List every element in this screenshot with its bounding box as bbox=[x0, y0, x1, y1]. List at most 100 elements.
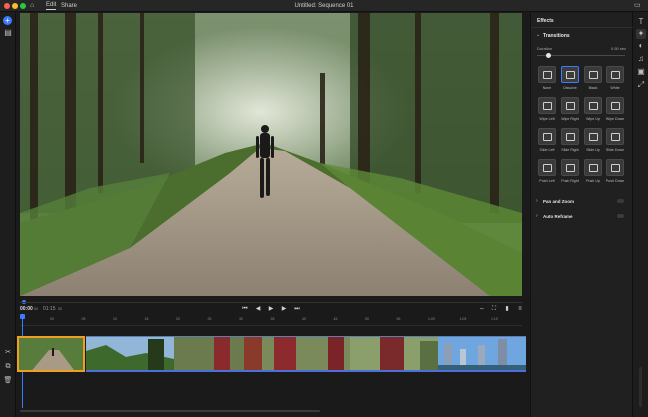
transition-icon bbox=[611, 102, 620, 110]
timeline-scrollbar[interactable] bbox=[20, 410, 320, 412]
transition-icon bbox=[543, 102, 552, 110]
play-icon[interactable]: ▶ bbox=[267, 305, 275, 313]
transition-icon bbox=[589, 164, 598, 172]
color-icon[interactable]: ◐ bbox=[636, 41, 646, 51]
add-media-button[interactable]: + bbox=[3, 16, 12, 25]
transition-tile-wipe-up[interactable] bbox=[584, 97, 602, 114]
clip-6-thumbnail bbox=[438, 337, 526, 370]
audio-meter-icon[interactable]: ▮ bbox=[503, 305, 511, 313]
ruler-line bbox=[20, 325, 522, 326]
ruler-tick-label: 15 bbox=[144, 317, 149, 321]
go-to-start-icon[interactable]: ⏮ bbox=[241, 305, 249, 313]
ruler-tick-label: 45 bbox=[333, 317, 338, 321]
transitions-section-header[interactable]: Transitions bbox=[543, 33, 570, 39]
ruler-tick-label: 20 bbox=[176, 317, 180, 321]
duration-value: 0.50 sec bbox=[611, 46, 627, 51]
ruler-tick-label: 25 bbox=[207, 317, 212, 321]
transition-tile-push-down[interactable] bbox=[606, 159, 624, 176]
step-back-icon[interactable]: ◀ bbox=[254, 305, 262, 313]
step-forward-icon[interactable]: ▶ bbox=[280, 305, 288, 313]
split-clip-icon[interactable]: ✂ bbox=[3, 348, 13, 358]
duration-frames: 20 bbox=[58, 307, 62, 311]
transition-icon bbox=[566, 164, 575, 172]
transition-tile-wipe-left[interactable] bbox=[538, 97, 556, 114]
fullscreen-icon[interactable]: ⛶ bbox=[490, 305, 498, 313]
transition-icon bbox=[589, 71, 598, 79]
duplicate-icon[interactable]: ⧉ bbox=[3, 362, 13, 372]
fit-timeline-icon[interactable]: ⇔ bbox=[478, 305, 486, 313]
clip-2[interactable] bbox=[86, 336, 174, 372]
go-to-end-icon[interactable]: ⏭ bbox=[293, 305, 301, 313]
transition-icon bbox=[589, 102, 598, 110]
panel-title: Effects bbox=[537, 18, 554, 24]
forest-path-frame bbox=[20, 13, 522, 296]
effects-icon[interactable]: ✦ bbox=[636, 29, 646, 39]
media-library-icon[interactable]: ▤ bbox=[3, 28, 13, 38]
pan-zoom-toggle[interactable] bbox=[617, 199, 624, 203]
transition-label: Slide Down bbox=[605, 148, 625, 152]
auto-reframe-section-header[interactable]: Auto Reframe bbox=[543, 214, 573, 219]
divider bbox=[531, 27, 633, 28]
transition-tile-slide-right[interactable] bbox=[561, 128, 579, 145]
transition-tile-wipe-down[interactable] bbox=[606, 97, 624, 114]
transition-tile-slide-left[interactable] bbox=[538, 128, 556, 145]
clip-6[interactable] bbox=[438, 336, 526, 372]
transition-tile-wipe-right[interactable] bbox=[561, 97, 579, 114]
delete-icon[interactable]: 🗑 bbox=[3, 376, 13, 386]
ruler-tick-label: 1:05 bbox=[459, 317, 467, 321]
transition-tile-none[interactable] bbox=[538, 66, 556, 83]
transition-tile-push-left[interactable] bbox=[538, 159, 556, 176]
transition-tile-slide-down[interactable] bbox=[606, 128, 624, 145]
auto-reframe-toggle[interactable] bbox=[617, 214, 624, 218]
transition-icon bbox=[611, 71, 620, 79]
transition-icon bbox=[566, 102, 575, 110]
clip-5-thumbnail bbox=[350, 337, 438, 370]
chat-icon[interactable]: ▭ bbox=[634, 1, 641, 11]
ruler-tick-label: 1:10 bbox=[491, 317, 498, 321]
clip-1-thumbnail bbox=[19, 338, 83, 370]
transition-tile-slide-up[interactable] bbox=[584, 128, 602, 145]
transition-label: White bbox=[610, 86, 620, 90]
scrub-bar[interactable] bbox=[20, 302, 522, 303]
transition-tile-push-up[interactable] bbox=[584, 159, 602, 176]
clip-5[interactable] bbox=[350, 336, 438, 372]
ruler-tick-label: 50 bbox=[365, 317, 369, 321]
duration-slider-thumb[interactable] bbox=[546, 53, 551, 58]
right-toolbar: T ✦ ◐ ♫ ▣ ⤢ bbox=[632, 12, 648, 417]
window-title: Untitled: Sequence 01 bbox=[294, 3, 354, 9]
video-preview[interactable] bbox=[20, 13, 522, 296]
transition-tile-push-right[interactable] bbox=[561, 159, 579, 176]
audio-icon[interactable]: ♫ bbox=[636, 54, 646, 64]
clip-4[interactable] bbox=[262, 336, 350, 372]
transition-icon bbox=[543, 71, 552, 79]
chevron-down-icon[interactable]: ⌄ bbox=[536, 32, 540, 38]
duration-time: 01:15 bbox=[43, 306, 56, 312]
pan-zoom-section-header[interactable]: Pan and Zoom bbox=[543, 199, 574, 204]
ruler-tick-label: 00 bbox=[50, 317, 54, 321]
clip-1-selected[interactable] bbox=[17, 336, 85, 372]
ruler-tick-label: 35 bbox=[270, 317, 275, 321]
transition-icon bbox=[611, 133, 620, 141]
timeline-menu-icon[interactable]: ≡ bbox=[516, 305, 524, 313]
scrollbar[interactable] bbox=[639, 367, 642, 407]
transition-tile-black[interactable] bbox=[584, 66, 602, 83]
transition-tile-white[interactable] bbox=[606, 66, 624, 83]
ruler-tick-label: 10 bbox=[113, 317, 117, 321]
title-bar: ⌂ Edit Share Untitled: Sequence 01 ▭ bbox=[0, 0, 648, 12]
ruler-tick-label: 40 bbox=[302, 317, 306, 321]
transition-icon bbox=[543, 133, 552, 141]
clip-4-thumbnail bbox=[262, 337, 350, 370]
text-icon[interactable]: T bbox=[636, 17, 646, 27]
transform-icon[interactable]: ⤢ bbox=[636, 80, 646, 90]
transition-icon bbox=[566, 133, 575, 141]
transition-tile-dissolve[interactable] bbox=[561, 66, 579, 83]
ruler-tick-label: 05 bbox=[81, 317, 86, 321]
clip-3[interactable] bbox=[174, 336, 262, 372]
chevron-right-icon[interactable]: › bbox=[536, 213, 538, 219]
ruler-tick-label: 30 bbox=[239, 317, 243, 321]
transition-label: Wipe Down bbox=[605, 117, 625, 121]
left-toolbar: + ▤ ✂ ⧉ 🗑 bbox=[0, 12, 16, 417]
graphics-icon[interactable]: ▣ bbox=[636, 67, 646, 77]
effects-panel: Effects ⌄ Transitions Duration 0.50 sec … bbox=[530, 13, 633, 417]
chevron-right-icon[interactable]: › bbox=[536, 198, 538, 204]
